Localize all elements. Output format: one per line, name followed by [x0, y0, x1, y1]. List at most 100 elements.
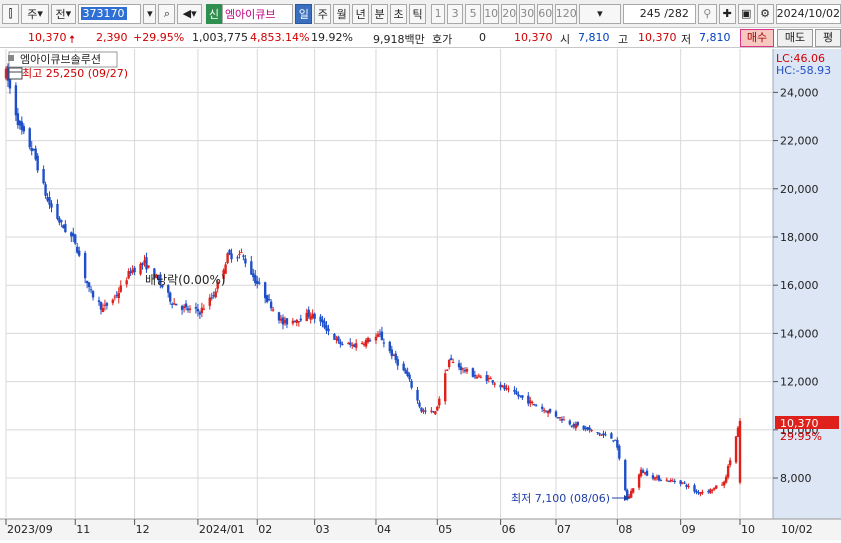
minute-option-label: 10 [484, 7, 499, 20]
quote-bar: 10,370 🠅 2,390 +29.95% 1,003,775 4,853.1… [0, 28, 841, 48]
buy-button[interactable]: 매수 [740, 29, 774, 47]
tab-tick[interactable]: 틱 [409, 3, 427, 24]
candle-body [50, 203, 53, 208]
save-icon[interactable]: ▣ [737, 3, 755, 24]
candle-body [679, 480, 682, 485]
candle-body [139, 263, 142, 275]
search-icon[interactable]: ⌕ [158, 3, 176, 24]
minute-option-10[interactable]: 10 [483, 3, 500, 24]
minute-option-label: 3 [451, 7, 459, 20]
candle-body [244, 258, 247, 264]
candle-body [8, 78, 12, 89]
trade-amount: 9,918백만 [373, 33, 425, 46]
minute-option-120[interactable]: 120 [555, 3, 578, 24]
candle-body [313, 313, 316, 319]
candle-body [113, 296, 117, 298]
chart-layout-icon[interactable]: ⫿ [2, 3, 19, 24]
x-tick-label: 07 [557, 523, 571, 536]
tab-day-label: 일 [298, 7, 309, 21]
candle-body [610, 433, 613, 439]
candle-body [341, 343, 344, 345]
candle-body [554, 411, 558, 417]
minute-option-30[interactable]: 30 [519, 3, 536, 24]
tab-tick-label: 틱 [412, 7, 423, 21]
evaluate-button[interactable]: 평 [815, 29, 841, 47]
candlestick-chart[interactable]: 24,000 22,000 20,000 18,000 16,000 14,000 12,0… [0, 49, 841, 540]
tab-week-label: 주 [317, 7, 328, 21]
x-tick-label: 2023/09 [7, 523, 53, 536]
y-tick-label: 12,000 [780, 376, 819, 389]
tab-minute[interactable]: 분 [371, 3, 389, 24]
candle-body [701, 491, 704, 494]
chart-area[interactable]: 24,000 22,000 20,000 18,000 16,000 14,000 12,0… [0, 49, 841, 540]
minute-option-5[interactable]: 5 [465, 3, 482, 24]
speaker-icon[interactable]: ◀▾ [177, 3, 202, 24]
candle-body [533, 404, 536, 406]
candle-body [645, 470, 649, 476]
minute-option-20[interactable]: 20 [501, 3, 518, 24]
candle-body [396, 359, 399, 366]
tab-second[interactable]: 초 [390, 3, 408, 24]
market-select[interactable]: 전 ▾ [51, 3, 76, 24]
turnover-rate: 19.92% [311, 31, 353, 44]
candle-body [242, 255, 245, 257]
bar-count-field[interactable]: 245 /282 [622, 3, 696, 24]
stock-code-value: 373170 [80, 7, 127, 20]
minute-option-label: 30 [520, 7, 535, 20]
gear-icon[interactable]: ⚙ [756, 3, 774, 24]
candle-body [83, 252, 87, 279]
y-tick-label: 14,000 [780, 327, 819, 340]
candle-body [434, 411, 437, 415]
price-change: 2,390 [96, 31, 128, 44]
crosshair-icon[interactable]: ✚ [718, 3, 736, 24]
x-tick-label: 12 [136, 523, 150, 536]
candle-body [147, 265, 150, 268]
candle-body [119, 285, 122, 292]
period-select[interactable]: 주 ▾ [20, 3, 50, 24]
candle-body [238, 253, 241, 255]
minute-custom-select[interactable]: ▾ [579, 3, 621, 24]
candle-body [285, 318, 289, 325]
candle-body [368, 340, 372, 342]
price-change-pct: +29.95% [133, 31, 185, 44]
candle-body [738, 420, 742, 483]
current-price: 10,370 [28, 31, 67, 44]
candle-body [174, 303, 178, 306]
x-tick-label: 05 [438, 523, 452, 536]
candle-body [267, 299, 271, 301]
link-icon[interactable]: ⚲ [697, 3, 717, 24]
candle-body [491, 380, 494, 383]
date-field[interactable]: 2024/10/02 [775, 3, 841, 24]
hc-label: HC:-58.93 [776, 64, 831, 77]
candle-body [271, 309, 275, 311]
candle-body [535, 405, 538, 407]
candle-body [521, 395, 524, 398]
calendar-icon[interactable] [8, 67, 23, 80]
candle-body [673, 480, 676, 482]
candle-body [349, 342, 352, 345]
tab-day[interactable]: 일 [295, 3, 313, 24]
candle-body [337, 336, 340, 342]
x-tick-label: 10/02 [781, 523, 813, 536]
candle-body [250, 261, 253, 275]
candle-body [618, 445, 621, 459]
tab-minute-label: 분 [374, 7, 385, 21]
minute-option-3[interactable]: 3 [447, 3, 464, 24]
candle-body [444, 373, 447, 402]
sell-button[interactable]: 매도 [777, 29, 813, 47]
candle-body [376, 334, 380, 337]
candle-body [380, 331, 384, 341]
minute-option-60[interactable]: 60 [537, 3, 554, 24]
stock-code-input[interactable]: 373170 [77, 3, 142, 24]
minute-option-label: 5 [469, 7, 477, 20]
code-dropdown-icon[interactable]: ▾ [143, 3, 157, 24]
candle-body [489, 378, 492, 380]
candle-body [598, 433, 601, 435]
candle-body [693, 485, 696, 492]
candle-body [14, 85, 18, 116]
tab-month[interactable]: 월 [333, 3, 351, 24]
candle-body [188, 308, 192, 310]
tab-week[interactable]: 주 [314, 3, 332, 24]
minute-option-1[interactable]: 1 [431, 3, 446, 24]
tab-year[interactable]: 년 [352, 3, 370, 24]
